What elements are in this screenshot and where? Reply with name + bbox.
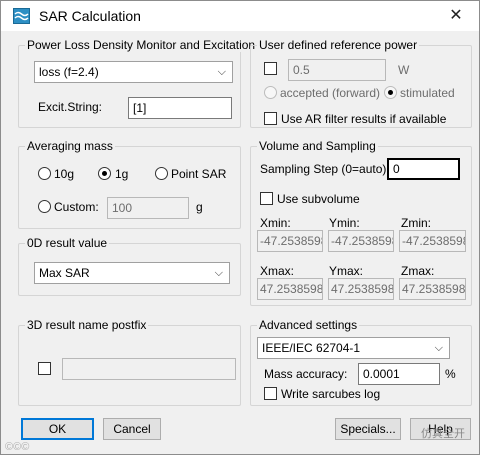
custom-mass-input[interactable]: 100: [107, 197, 189, 219]
mass-accuracy-unit: %: [445, 367, 456, 381]
use-subvolume-label: Use subvolume: [277, 192, 360, 206]
averaging-mass-group-title: Averaging mass: [25, 139, 115, 153]
excit-string-label: Excit.String:: [38, 100, 103, 114]
custom-mass-label: Custom:: [54, 200, 99, 214]
window-title: SAR Calculation: [39, 8, 141, 24]
cancel-button[interactable]: Cancel: [103, 418, 161, 440]
mass-10g-radio[interactable]: [38, 167, 51, 180]
monitor-select-value: loss (f=2.4): [39, 65, 99, 79]
mass-1g-label: 1g: [115, 167, 129, 181]
result-0d-group-title: 0D result value: [25, 236, 110, 250]
result-0d-select-value: Max SAR: [39, 266, 90, 280]
point-sar-radio[interactable]: [155, 167, 168, 180]
zmax-input[interactable]: 47.25385981: [399, 278, 466, 300]
ymax-label: Ymax:: [329, 264, 364, 278]
app-icon: [13, 8, 30, 24]
excit-string-input[interactable]: [1]: [128, 97, 232, 119]
xmin-label: Xmin:: [260, 216, 291, 230]
ymax-input[interactable]: 47.25385981: [328, 278, 394, 300]
specials-button[interactable]: Specials...: [335, 418, 401, 440]
reference-power-unit: W: [398, 63, 410, 77]
custom-mass-radio[interactable]: [38, 200, 51, 213]
ok-button[interactable]: OK: [21, 418, 94, 440]
mass-10g-label: 10g: [54, 167, 75, 181]
xmax-label: Xmax:: [260, 264, 295, 278]
sampling-step-input[interactable]: 0: [387, 158, 460, 180]
sar-calculation-dialog: SAR Calculation ✕ Power Loss Density Mon…: [0, 0, 480, 455]
advanced-settings-group-title: Advanced settings: [257, 318, 360, 332]
mass-accuracy-label: Mass accuracy:: [264, 367, 348, 381]
ar-filter-label: Use AR filter results if available: [281, 112, 447, 126]
xmin-input[interactable]: -47.2538598: [257, 230, 323, 252]
monitor-select[interactable]: loss (f=2.4) ⌵: [34, 61, 233, 83]
standard-select[interactable]: IEEE/IEC 62704-1 ⌵: [257, 337, 450, 359]
watermark-left: ©©©: [5, 441, 30, 453]
ymin-input[interactable]: -47.2538598: [328, 230, 394, 252]
ar-filter-checkbox[interactable]: [264, 112, 277, 125]
result-0d-select[interactable]: Max SAR ⌵: [34, 262, 230, 284]
chevron-down-icon: ⌵: [214, 267, 223, 279]
watermark-right: 仿真全开: [421, 428, 465, 440]
write-sarcubes-checkbox[interactable]: [264, 387, 277, 400]
stimulated-radio[interactable]: [384, 86, 397, 99]
reference-power-checkbox[interactable]: [264, 62, 277, 75]
accepted-forward-label: accepted (forward): [280, 86, 381, 100]
zmin-label: Zmin:: [401, 216, 431, 230]
sampling-step-label: Sampling Step (0=auto):: [260, 162, 390, 176]
chevron-down-icon: ⌵: [217, 66, 226, 78]
accepted-forward-radio[interactable]: [264, 86, 277, 99]
close-icon[interactable]: ✕: [433, 1, 479, 31]
use-subvolume-checkbox[interactable]: [260, 192, 273, 205]
ymin-label: Ymin:: [329, 216, 360, 230]
xmax-input[interactable]: 47.25385981: [257, 278, 323, 300]
volume-sampling-group-title: Volume and Sampling: [257, 139, 378, 153]
zmin-input[interactable]: -47.2538598: [399, 230, 466, 252]
reference-power-group-title: User defined reference power: [257, 38, 420, 52]
custom-mass-unit: g: [196, 200, 203, 214]
write-sarcubes-label: Write sarcubes log: [281, 387, 381, 401]
mass-1g-radio[interactable]: [98, 167, 111, 180]
result-3d-input[interactable]: [62, 358, 236, 380]
result-3d-group-title: 3D result name postfix: [25, 318, 149, 332]
reference-power-input[interactable]: 0.5: [288, 59, 386, 81]
point-sar-label: Point SAR: [171, 167, 227, 181]
result-3d-checkbox[interactable]: [38, 362, 51, 375]
title-bar: SAR Calculation ✕: [1, 1, 479, 31]
chevron-down-icon: ⌵: [434, 342, 443, 354]
stimulated-label: stimulated: [400, 86, 455, 100]
standard-select-value: IEEE/IEC 62704-1: [262, 341, 361, 355]
power-loss-group-title: Power Loss Density Monitor and Excitatio…: [25, 38, 258, 52]
zmax-label: Zmax:: [401, 264, 435, 278]
mass-accuracy-input[interactable]: 0.0001: [358, 363, 440, 385]
